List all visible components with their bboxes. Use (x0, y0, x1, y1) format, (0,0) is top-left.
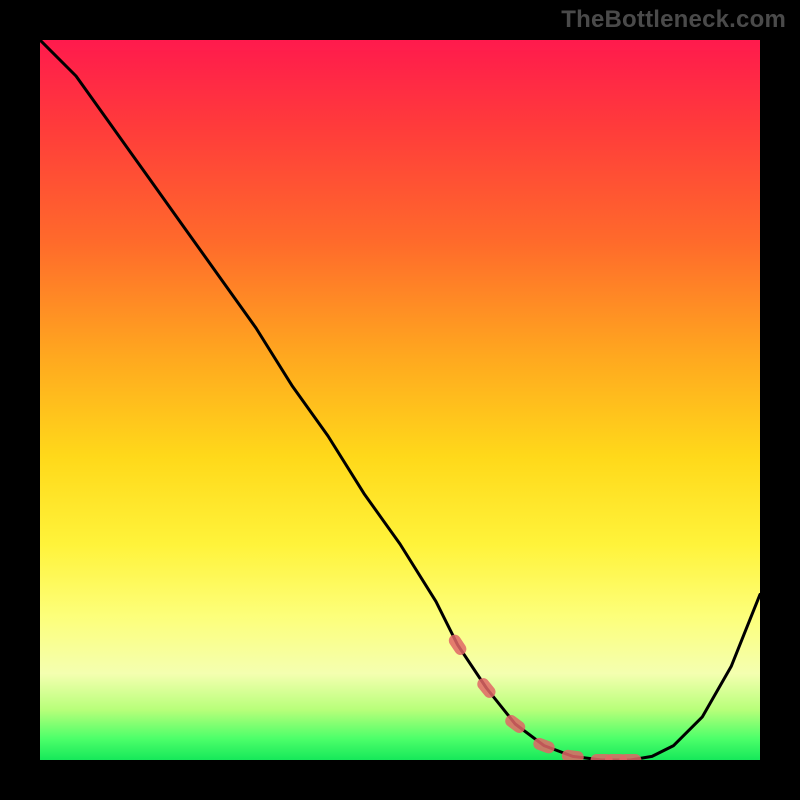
optimal-marker (447, 632, 469, 657)
chart-frame: TheBottleneck.com (0, 0, 800, 800)
optimal-marker (619, 754, 641, 760)
bottleneck-curve (40, 40, 760, 760)
watermark-label: TheBottleneck.com (561, 6, 786, 34)
optimal-zone-markers (447, 632, 642, 760)
optimal-marker (561, 749, 584, 760)
curve-path (40, 40, 760, 760)
chart-plot-area (40, 40, 760, 760)
